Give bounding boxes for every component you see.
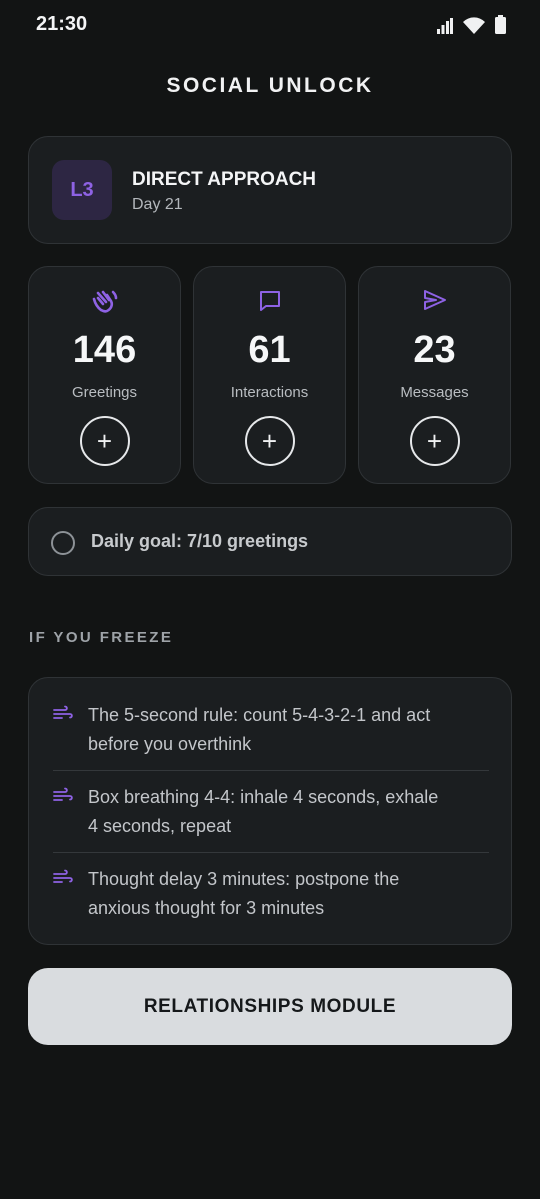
waving-hand-icon xyxy=(92,290,117,313)
tip-line: 4 seconds, repeat xyxy=(88,816,232,836)
wind-icon xyxy=(53,869,73,883)
tip-line: anxious thought for 3 minutes xyxy=(88,898,325,918)
level-day: Day 21 xyxy=(132,196,183,213)
section-header-freeze: IF YOU FREEZE xyxy=(29,629,174,646)
daily-goal-text: Daily goal: 7/10 greetings xyxy=(91,531,309,551)
stat-label: Greetings xyxy=(71,384,138,401)
status-icons xyxy=(437,15,506,34)
battery-icon xyxy=(495,15,506,34)
app-title: SOCIAL UNLOCK xyxy=(166,74,374,97)
send-icon xyxy=(423,290,446,310)
tip-line: Box breathing 4-4: inhale 4 seconds, exh… xyxy=(88,787,439,807)
screen: 21:30 SOCIAL UNLOCK L3 DIRECT APPROACH D… xyxy=(0,0,540,1199)
stat-card-messages: 23 Messages + xyxy=(358,266,511,484)
wifi-icon xyxy=(463,17,485,34)
signal-icon xyxy=(437,18,453,34)
status-time: 21:30 xyxy=(36,13,88,35)
freeze-tips-card: The 5-second rule: count 5-4-3-2-1 and a… xyxy=(28,677,512,945)
chat-bubble-icon xyxy=(259,291,280,311)
daily-goal-card[interactable]: Daily goal: 7/10 greetings xyxy=(28,507,512,576)
divider xyxy=(53,852,489,853)
level-card[interactable]: L3 DIRECT APPROACH Day 21 xyxy=(28,136,512,244)
stat-value: 146 xyxy=(72,329,137,371)
tip-line: The 5-second rule: count 5-4-3-2-1 and a… xyxy=(88,705,431,725)
stat-card-interactions: 61 Interactions + xyxy=(193,266,346,484)
tip-line: Thought delay 3 minutes: postpone the xyxy=(88,869,400,889)
wind-icon xyxy=(53,705,73,719)
add-interaction-button[interactable]: + xyxy=(244,416,295,466)
add-greeting-button[interactable]: + xyxy=(79,416,130,466)
relationships-module-button[interactable]: RELATIONSHIPS MODULE xyxy=(28,968,512,1045)
stat-value: 23 xyxy=(413,329,456,371)
divider xyxy=(53,770,489,771)
status-bar: 21:30 xyxy=(0,0,540,50)
wind-icon xyxy=(53,787,73,801)
tip-line: before you overthink xyxy=(88,734,252,754)
stat-label: Interactions xyxy=(230,384,309,401)
stat-value: 61 xyxy=(248,329,291,371)
level-badge: L3 xyxy=(52,160,112,220)
level-name: DIRECT APPROACH xyxy=(132,169,317,190)
goal-radio[interactable] xyxy=(51,531,75,555)
stat-card-greetings: 146 Greetings + xyxy=(28,266,181,484)
add-message-button[interactable]: + xyxy=(409,416,460,466)
stat-label: Messages xyxy=(400,384,469,401)
